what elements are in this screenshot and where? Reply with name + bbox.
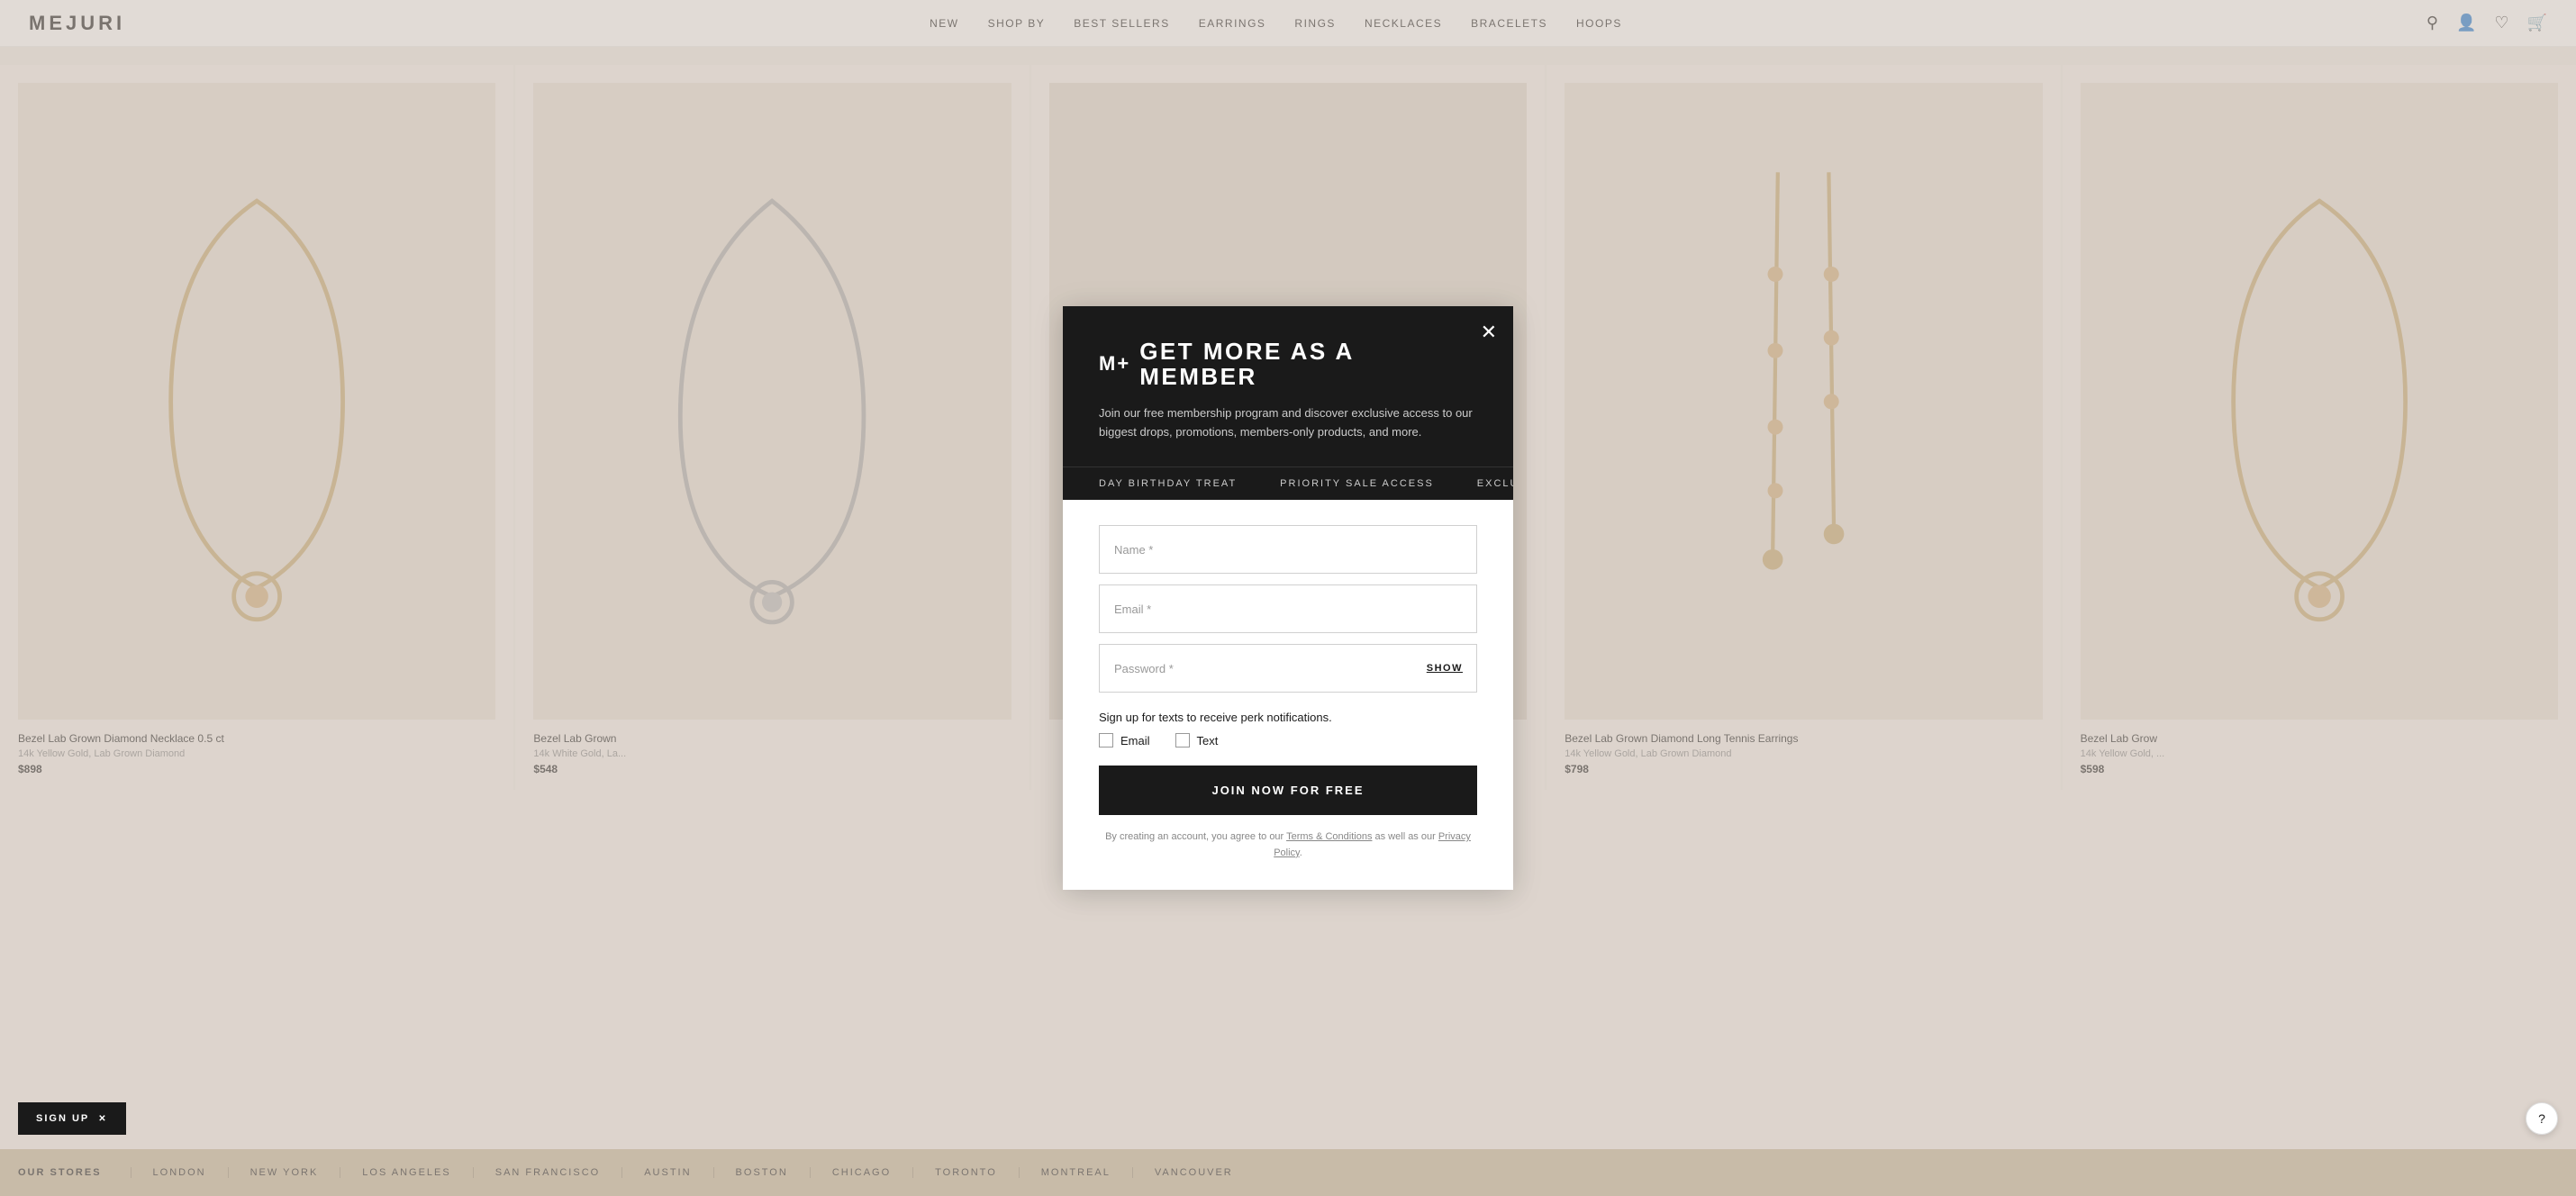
terms-link[interactable]: Terms & Conditions xyxy=(1286,831,1372,842)
email-input[interactable] xyxy=(1099,584,1477,633)
modal-overlay[interactable]: ✕ M+ GET MORE AS A MEMBER Join our free … xyxy=(0,0,2576,1196)
help-button[interactable]: ? xyxy=(2526,1102,2558,1135)
password-field-wrapper: SHOW xyxy=(1099,644,1477,693)
modal-perks-bar: DAY BIRTHDAY TREAT PRIORITY SALE ACCESS … xyxy=(1063,467,1513,500)
terms-middle: as well as our xyxy=(1372,831,1438,842)
mplus-badge: M+ xyxy=(1099,352,1130,376)
show-password-button[interactable]: SHOW xyxy=(1427,663,1463,674)
name-input[interactable] xyxy=(1099,525,1477,574)
password-input[interactable] xyxy=(1099,644,1477,693)
terms-suffix: . xyxy=(1300,847,1302,858)
text-checkbox-item: Text xyxy=(1175,733,1219,748)
signup-pill[interactable]: SIGN UP ✕ xyxy=(18,1102,126,1135)
signup-pill-close-icon[interactable]: ✕ xyxy=(98,1114,107,1124)
modal-title: GET MORE AS A MEMBER xyxy=(1139,339,1477,390)
signup-text-label: Sign up for texts to receive perk notifi… xyxy=(1099,711,1477,724)
perk-sale: PRIORITY SALE ACCESS xyxy=(1280,478,1434,489)
membership-modal: ✕ M+ GET MORE AS A MEMBER Join our free … xyxy=(1063,306,1513,891)
signup-pill-label: SIGN UP xyxy=(36,1113,89,1124)
text-signup-section: Sign up for texts to receive perk notifi… xyxy=(1099,711,1477,748)
email-checkbox-label[interactable]: Email xyxy=(1120,734,1150,748)
terms-text: By creating an account, you agree to our… xyxy=(1099,829,1477,861)
join-button[interactable]: JOIN NOW FOR FREE xyxy=(1099,766,1477,815)
email-checkbox-item: Email xyxy=(1099,733,1150,748)
text-checkbox-label[interactable]: Text xyxy=(1197,734,1219,748)
perk-birthday: DAY BIRTHDAY TREAT xyxy=(1099,478,1237,489)
terms-prefix: By creating an account, you agree to our xyxy=(1105,831,1286,842)
modal-form-body: SHOW Sign up for texts to receive perk n… xyxy=(1063,500,1513,890)
checkbox-row: Email Text xyxy=(1099,733,1477,748)
modal-header: M+ GET MORE AS A MEMBER Join our free me… xyxy=(1063,306,1513,467)
text-checkbox[interactable] xyxy=(1175,733,1190,748)
help-icon: ? xyxy=(2538,1111,2545,1126)
modal-title-row: M+ GET MORE AS A MEMBER xyxy=(1099,339,1477,390)
modal-subtitle: Join our free membership program and dis… xyxy=(1099,404,1477,442)
email-checkbox[interactable] xyxy=(1099,733,1113,748)
perk-exclusive: EXCLUSIVE PRO xyxy=(1477,478,1513,489)
modal-close-button[interactable]: ✕ xyxy=(1481,322,1497,342)
